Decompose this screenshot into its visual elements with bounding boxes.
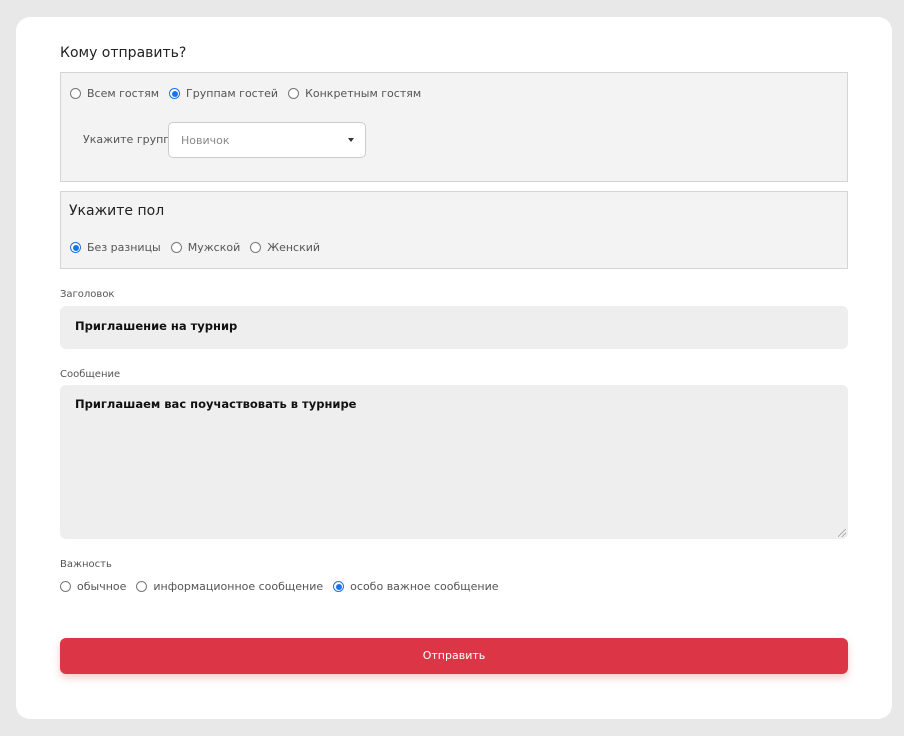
radio-gender-female[interactable]: Женский [250,241,320,254]
radio-specific-guests[interactable]: Конкретным гостям [288,87,421,100]
radio-gender-male-label: Мужской [187,241,241,254]
radio-gender-female-control[interactable] [250,242,262,253]
radio-guest-groups[interactable]: Группам гостей [169,87,278,100]
send-button[interactable]: Отправить [60,638,848,674]
radio-importance-normal-label: обычное [77,580,127,593]
gender-heading: Укажите пол [69,203,165,219]
caret-down-icon [348,138,354,142]
radio-specific-guests-label: Конкретным гостям [305,87,422,100]
radio-importance-info-control[interactable] [136,581,148,592]
recipients-panel: Всем гостям Группам гостей Конкретным го… [60,72,848,182]
groups-select[interactable]: Новичок [168,122,366,158]
radio-gender-male-control[interactable] [170,242,182,253]
radio-all-guests[interactable]: Всем гостям [70,87,159,100]
radio-all-guests-control[interactable] [70,88,81,99]
radio-specific-guests-control[interactable] [288,88,300,99]
radio-importance-critical-label: особо важное сообщение [350,580,499,593]
radio-importance-critical-control[interactable] [333,581,345,592]
message-text: Приглашаем вас поучаствовать в турнире [75,397,357,411]
message-textarea[interactable]: Приглашаем вас поучаствовать в турнире [60,385,848,539]
groups-label: Укажите группы [83,133,180,146]
radio-importance-critical[interactable]: особо важное сообщение [333,580,499,593]
importance-label: Важность [60,559,112,570]
radio-importance-normal-control[interactable] [60,581,71,592]
resize-handle-icon[interactable] [838,529,846,537]
radio-importance-info[interactable]: информационное сообщение [136,580,323,593]
importance-radio-group: обычное информационное сообщение особо в… [60,580,509,593]
gender-radio-group: Без разницы Мужской Женский [70,241,330,254]
radio-guest-groups-control[interactable] [169,88,181,99]
groups-select-value: Новичок [181,134,230,147]
message-label: Сообщение [60,369,121,380]
recipients-heading: Кому отправить? [60,45,187,61]
gender-panel: Укажите пол Без разницы Мужской Женский [60,191,848,269]
radio-importance-normal[interactable]: обычное [60,580,126,593]
radio-guest-groups-label: Группам гостей [186,87,279,100]
subject-input[interactable]: Приглашение на турнир [60,306,848,349]
radio-importance-info-label: информационное сообщение [153,580,324,593]
subject-label: Заголовок [60,289,115,300]
radio-gender-female-label: Женский [267,241,321,254]
radio-all-guests-label: Всем гостям [87,87,160,100]
radio-gender-any-control[interactable] [70,242,81,253]
radio-gender-any-label: Без разницы [87,241,161,254]
radio-gender-male[interactable]: Мужской [170,241,241,254]
radio-gender-any[interactable]: Без разницы [70,241,161,254]
recipients-radio-group: Всем гостям Группам гостей Конкретным го… [70,87,431,100]
